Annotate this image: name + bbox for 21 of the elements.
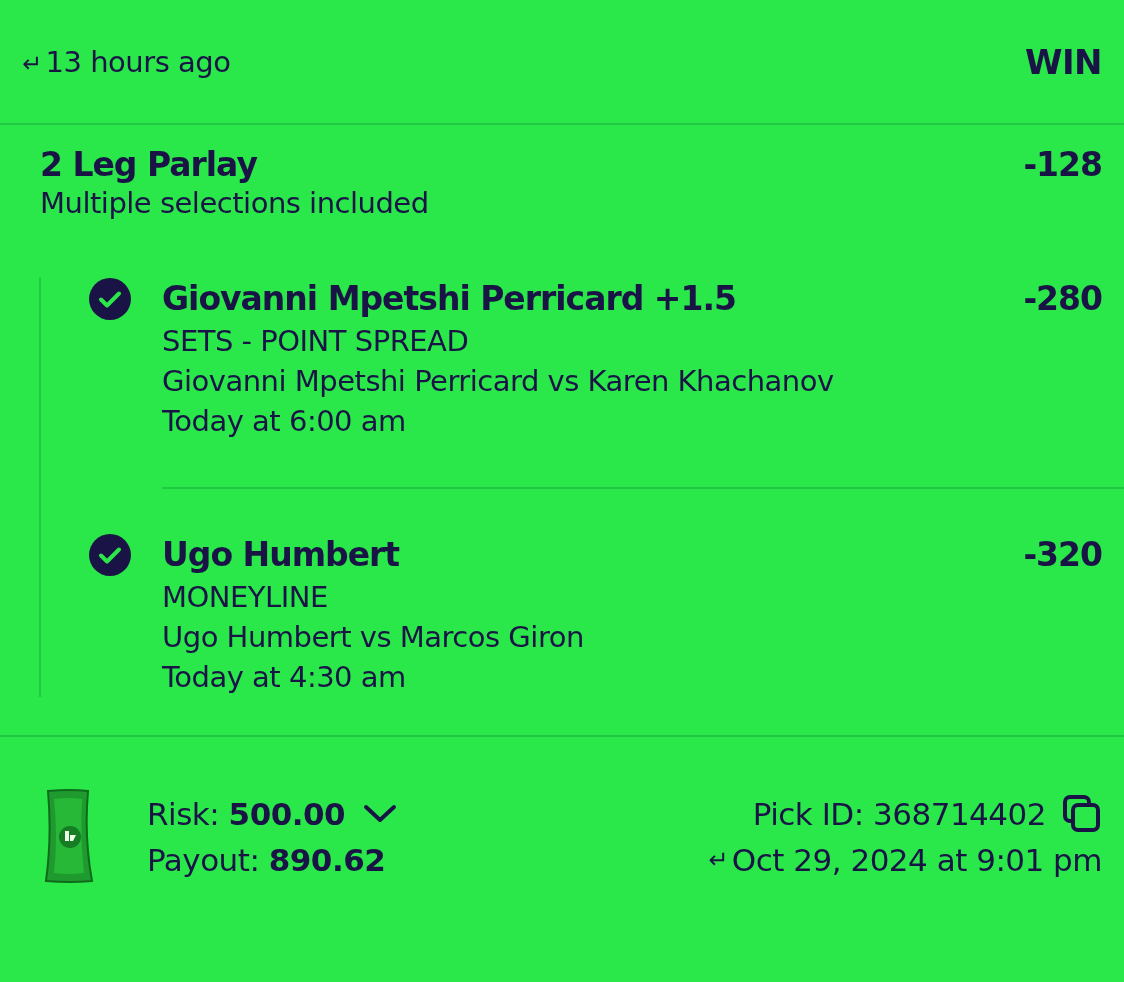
event-time: Today at 4:30 am bbox=[162, 659, 407, 696]
time-ago: ↵13 hours ago bbox=[22, 44, 231, 79]
market-type: MONEYLINE bbox=[162, 579, 329, 616]
pick-id: Pick ID: 368714402 bbox=[752, 795, 1046, 834]
bet-subtitle: Multiple selections included bbox=[40, 185, 429, 221]
result-label: WIN bbox=[1024, 41, 1102, 82]
placed-date: ↵Oct 29, 2024 at 9:01 pm bbox=[708, 841, 1102, 880]
matchup: Giovanni Mpetshi Perricard vs Karen Khachanov bbox=[162, 363, 835, 400]
copy-icon[interactable] bbox=[1062, 794, 1102, 834]
selection-name: Ugo Humbert bbox=[162, 534, 400, 576]
payout-amount: Payout: 890.62 bbox=[147, 841, 387, 880]
bet-title: 2 Leg Parlay bbox=[40, 145, 259, 185]
bet-odds: -128 bbox=[1023, 145, 1102, 186]
event-time: Today at 6:00 am bbox=[162, 403, 407, 440]
leg-odds: -280 bbox=[1023, 278, 1102, 320]
selection-name: Giovanni Mpetshi Perricard +1.5 bbox=[162, 278, 736, 320]
matchup: Ugo Humbert vs Marcos Giron bbox=[162, 619, 585, 656]
risk-amount: Risk: 500.00 bbox=[147, 795, 346, 834]
market-type: SETS - POINT SPREAD bbox=[162, 323, 470, 360]
leg-odds: -320 bbox=[1023, 534, 1102, 576]
chevron-down-icon[interactable] bbox=[363, 804, 398, 824]
